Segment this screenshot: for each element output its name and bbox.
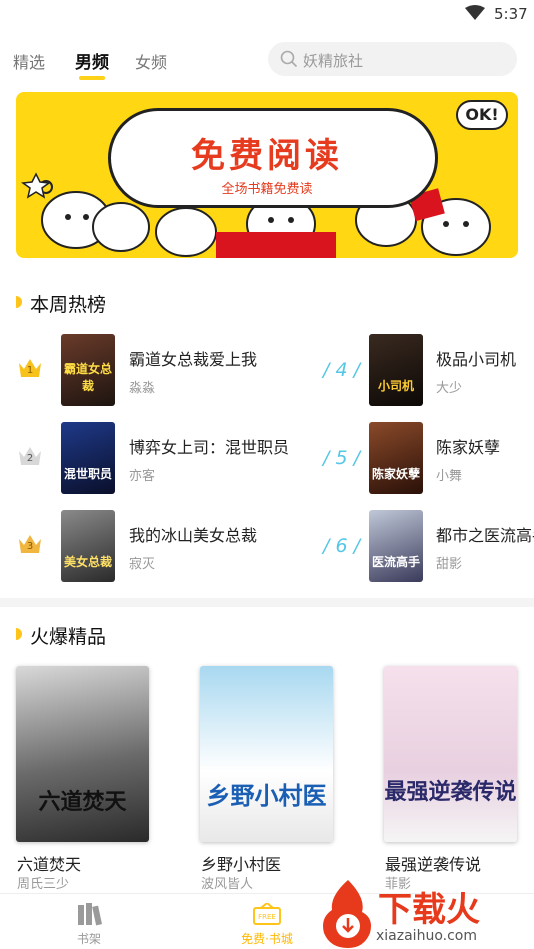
promo-banner[interactable]: 免费阅读 全场书籍免费读 OK! [16, 92, 518, 258]
rank-number: / 6 / [323, 535, 360, 557]
gold-crown-icon: 1 [17, 357, 43, 379]
book-title: 博弈女上司：混世职员 [129, 438, 290, 457]
book-cover: 最强逆袭传说 [384, 666, 517, 842]
book-author: 小舞 [436, 469, 463, 484]
book-author: 淼淼 [129, 381, 156, 396]
book-author: 甜影 [436, 557, 463, 572]
banner-subtitle: 全场书籍免费读 [221, 182, 313, 197]
search-input[interactable]: 妖精旅社 [268, 42, 517, 76]
banner-title: 免费阅读 [191, 136, 343, 176]
section-divider [0, 598, 534, 607]
tab-male[interactable]: 男频 [75, 48, 109, 73]
book-title: 乡野小村医 [201, 855, 282, 874]
tab-female[interactable]: 女频 [135, 49, 167, 73]
search-icon [280, 50, 298, 68]
book-cover: 乡野小村医 [200, 666, 333, 842]
free-tag-icon: FREE [253, 903, 281, 925]
silver-crown-icon: 2 [17, 445, 43, 467]
book-author: 周氏三少 [17, 877, 70, 892]
rank-number: / 5 / [323, 447, 360, 469]
wifi-icon [465, 5, 485, 20]
book-cover: 小司机 [369, 334, 423, 406]
svg-text:FREE: FREE [258, 913, 276, 921]
flame-logo-icon [323, 880, 371, 948]
bookshelf-icon [78, 903, 103, 926]
book-cover: 混世职员 [61, 422, 115, 494]
book-cover: 医流高手 [369, 510, 423, 582]
bronze-crown-icon: 3 [17, 533, 43, 555]
book-title: 陈家妖孽 [436, 438, 501, 457]
nav-free-bookstore[interactable]: FREE 免费·书城 [207, 894, 327, 949]
section-title-featured: 火爆精品 [30, 626, 107, 648]
status-time: 5:37 [494, 5, 528, 23]
book-title: 极品小司机 [436, 350, 517, 369]
book-title: 最强逆袭传说 [385, 855, 482, 874]
search-placeholder: 妖精旅社 [303, 52, 364, 70]
nav-label: 书架 [76, 932, 101, 946]
status-bar: 5:37 [0, 0, 534, 30]
book-cover: 霸道女总裁 [61, 334, 115, 406]
book-author: 波风皆人 [201, 877, 254, 892]
book-author: 大少 [436, 381, 463, 396]
section-marker [16, 628, 22, 640]
watermark: 下载火 xiazaihuo.com [318, 878, 534, 949]
book-title: 六道焚天 [17, 855, 82, 874]
nav-label: 免费·书城 [241, 932, 293, 946]
app-screen: 5:37 精选 男频 女频 妖精旅社 免费阅读 全场书籍免费读 OK! 本周热榜… [0, 0, 534, 949]
active-tab-indicator [79, 76, 105, 80]
book-title: 霸道女总裁爱上我 [129, 350, 258, 369]
section-marker [16, 296, 22, 308]
book-title: 我的冰山美女总裁 [129, 526, 258, 545]
book-author: 寂灭 [129, 557, 156, 572]
book-cover: 六道焚天 [16, 666, 149, 842]
book-title: 都市之医流高手 [436, 526, 534, 545]
watermark-url: xiazaihuo.com [376, 928, 477, 944]
ok-bubble: OK! [456, 100, 508, 130]
book-cover: 陈家妖孽 [369, 422, 423, 494]
tab-featured[interactable]: 精选 [13, 49, 45, 73]
rank-number: / 4 / [323, 359, 360, 381]
watermark-text: 下载火 [378, 890, 480, 930]
book-cover: 美女总裁 [61, 510, 115, 582]
book-author: 亦客 [129, 469, 156, 484]
nav-bookshelf[interactable]: 书架 [29, 894, 149, 949]
section-title-hot: 本周热榜 [30, 294, 107, 316]
